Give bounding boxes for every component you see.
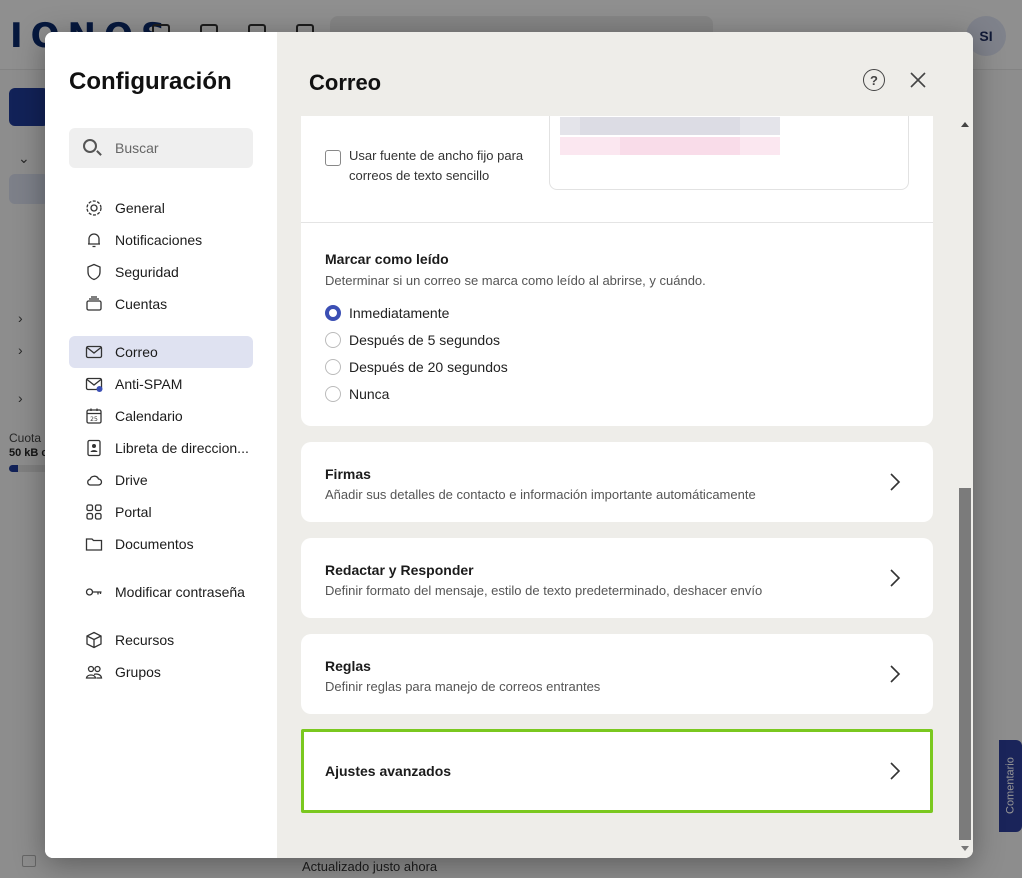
settings-sidebar: Configuración General Notificaciones Seg… [45,32,277,858]
settings-modal: Configuración General Notificaciones Seg… [45,32,973,858]
nav-item-notificaciones[interactable]: Notificaciones [69,224,253,256]
help-icon[interactable]: ? [863,69,885,91]
settings-search[interactable] [69,128,253,168]
divider [301,222,933,223]
chevron-right-icon [889,568,901,588]
chevron-right-icon [889,664,901,684]
nav-label: Calendario [115,408,183,424]
scrollbar-thumb[interactable] [959,488,971,840]
shield-icon [85,263,103,281]
settings-content: Correo ? distinto Usar fuente de ancho f… [277,32,973,858]
chevron-right-icon [889,472,901,492]
users-icon [85,663,103,681]
radio-5-segundos[interactable] [325,332,341,348]
close-icon[interactable] [907,69,929,91]
envelope-icon [85,343,103,361]
firmas-card[interactable]: Firmas Añadir sus detalles de contacto e… [301,442,933,522]
nav-label: Seguridad [115,264,179,280]
nav-item-anti-spam[interactable]: Anti-SPAM [69,368,253,400]
nav-label: Notificaciones [115,232,203,248]
nav-item-grupos[interactable]: Grupos [69,656,253,688]
gear-icon [85,199,103,217]
page-title: Correo [309,70,382,95]
folder-icon [85,535,103,553]
nav-label: Drive [115,472,148,488]
preview-row [560,137,780,155]
card-description: Definir reglas para manejo de correos en… [325,679,601,694]
radio-label[interactable]: Después de 20 segundos [349,359,508,375]
scroll-down-arrow[interactable] [961,846,969,851]
nav-item-seguridad[interactable]: Seguridad [69,256,253,288]
key-icon [85,583,103,601]
fixed-font-label: Usar fuente de ancho fijo para correos d… [349,148,524,183]
card-description: Definir formato del mensaje, estilo de t… [325,583,763,598]
message-preview [549,116,909,190]
card-description: Añadir sus detalles de contacto e inform… [325,487,756,502]
bell-icon [85,231,103,249]
mail-display-card: distinto Usar fuente de ancho fijo para … [301,116,933,426]
chevron-right-icon [889,761,901,781]
mark-read-description: Determinar si un correo se marca como le… [325,273,706,288]
nav-item-documentos[interactable]: Documentos [69,528,253,560]
nav-item-libreta[interactable]: Libreta de direccion... [69,432,253,464]
fixed-font-checkbox[interactable] [325,150,341,166]
scrollbar[interactable] [957,116,973,858]
nav-item-correo[interactable]: Correo [69,336,253,368]
nav-label: Anti-SPAM [115,376,183,392]
radio-20-segundos[interactable] [325,359,341,375]
radio-nunca[interactable] [325,386,341,402]
nav-label: Modificar contraseña [115,584,245,600]
ajustes-avanzados-card[interactable]: Ajustes avanzados [301,729,933,813]
radio-inmediatamente[interactable] [325,305,341,321]
accounts-icon [85,295,103,313]
nav-item-general[interactable]: General [69,192,253,224]
preview-row [560,117,780,135]
card-title: Redactar y Responder [325,562,474,578]
nav-label: Correo [115,344,158,360]
search-input[interactable] [115,138,245,158]
sidebar-toggle-icon[interactable] [22,855,36,867]
nav-label: Libreta de direccion... [115,440,249,456]
nav-item-modificar-contrasena[interactable]: Modificar contraseña [69,576,253,608]
address-book-icon [85,439,103,457]
grid-icon [85,503,103,521]
spam-envelope-icon [85,375,103,393]
radio-label[interactable]: Nunca [349,386,389,402]
scroll-up-arrow[interactable] [961,122,969,127]
settings-scroll-area[interactable]: distinto Usar fuente de ancho fijo para … [277,116,973,858]
nav-label: Portal [115,504,152,520]
mark-read-title: Marcar como leído [325,251,449,267]
calendar-icon: 25 [85,407,103,425]
card-title: Reglas [325,658,371,674]
nav-label: Recursos [115,632,175,648]
cube-icon [85,631,103,649]
radio-label[interactable]: Inmediatamente [349,305,449,321]
nav-label: Cuentas [115,296,168,312]
nav-item-portal[interactable]: Portal [69,496,253,528]
nav-item-cuentas[interactable]: Cuentas [69,288,253,320]
nav-label: Grupos [115,664,161,680]
cloud-icon [85,471,103,489]
nav-item-drive[interactable]: Drive [69,464,253,496]
nav-label: General [115,200,165,216]
redactar-card[interactable]: Redactar y Responder Definir formato del… [301,538,933,618]
reglas-card[interactable]: Reglas Definir reglas para manejo de cor… [301,634,933,714]
radio-label[interactable]: Después de 5 segundos [349,332,500,348]
nav-item-recursos[interactable]: Recursos [69,624,253,656]
nav-item-calendario[interactable]: 25 Calendario [69,400,253,432]
card-title: Firmas [325,466,371,482]
nav-label: Documentos [115,536,194,552]
settings-title: Configuración [69,68,232,95]
search-icon [83,139,97,153]
card-title: Ajustes avanzados [325,763,452,779]
svg-text:25: 25 [90,416,98,423]
